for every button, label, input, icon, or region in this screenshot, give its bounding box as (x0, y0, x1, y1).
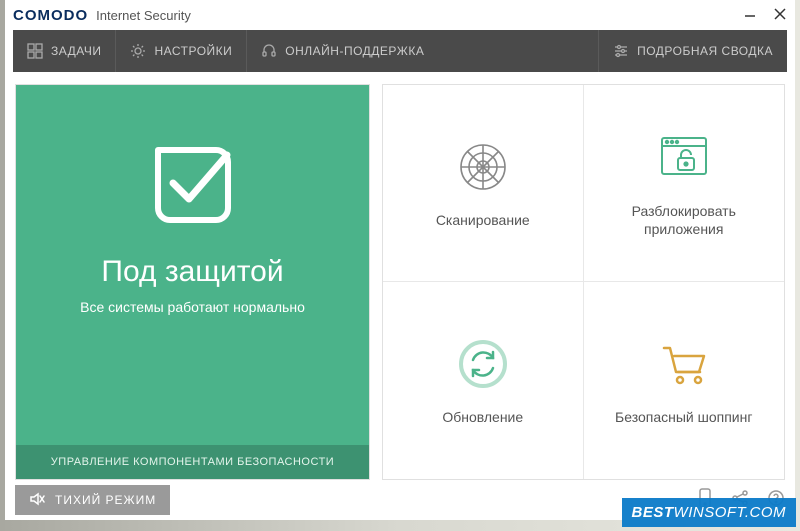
tile-scan[interactable]: Сканирование (383, 85, 584, 282)
watermark-thin: WINSOFT.COM (674, 504, 786, 521)
unlock-window-icon (656, 128, 712, 188)
manage-components-button[interactable]: УПРАВЛЕНИЕ КОМПОНЕНТАМИ БЕЗОПАСНОСТИ (16, 445, 369, 479)
minimize-button[interactable] (743, 7, 757, 24)
app-window: COMODO Internet Security ЗАДАЧИ (5, 0, 795, 520)
watermark: BESTWINSOFT.COM (622, 498, 796, 527)
titlebar: COMODO Internet Security (5, 0, 795, 30)
toolbar-summary-label: ПОДРОБНАЯ СВОДКА (637, 44, 773, 58)
tile-shopping-label: Безопасный шоппинг (605, 408, 762, 426)
silent-mode-button[interactable]: ТИХИЙ РЕЖИМ (15, 485, 170, 515)
toolbar-settings-label: НАСТРОЙКИ (154, 44, 232, 58)
refresh-icon (455, 334, 511, 394)
silent-mode-label: ТИХИЙ РЕЖИМ (55, 493, 156, 507)
tiles-grid: Сканирование Разблокировать приложения (382, 84, 785, 480)
manage-components-label: УПРАВЛЕНИЕ КОМПОНЕНТАМИ БЕЗОПАСНОСТИ (51, 456, 334, 468)
toolbar-tasks[interactable]: ЗАДАЧИ (13, 30, 115, 72)
gear-icon (130, 43, 146, 59)
toolbar-support-label: ОНЛАЙН-ПОДДЕРЖКА (285, 44, 424, 58)
toolbar-settings[interactable]: НАСТРОЙКИ (116, 30, 246, 72)
protected-check-icon (133, 125, 253, 245)
radar-icon (455, 137, 511, 197)
status-subtitle: Все системы работают нормально (80, 299, 305, 315)
tile-update-label: Обновление (432, 408, 533, 426)
main-area: Под защитой Все системы работают нормаль… (5, 72, 795, 480)
brand-logo: COMODO (13, 7, 88, 24)
toolbar: ЗАДАЧИ НАСТРОЙКИ ОНЛАЙН-ПОДДЕРЖКА (13, 30, 787, 72)
tile-unblock-label: Разблокировать приложения (584, 202, 785, 238)
watermark-bold: BEST (632, 504, 674, 521)
brand-subtitle: Internet Security (96, 8, 191, 23)
tile-update[interactable]: Обновление (383, 282, 584, 479)
toolbar-support[interactable]: ОНЛАЙН-ПОДДЕРЖКА (247, 30, 438, 72)
status-title: Под защитой (101, 255, 283, 289)
close-button[interactable] (773, 7, 787, 24)
tile-secure-shopping[interactable]: Безопасный шоппинг (584, 282, 785, 479)
tile-scan-label: Сканирование (426, 211, 540, 229)
headset-icon (261, 43, 277, 59)
toolbar-summary[interactable]: ПОДРОБНАЯ СВОДКА (599, 30, 787, 72)
toolbar-tasks-label: ЗАДАЧИ (51, 44, 101, 58)
grid-icon (27, 43, 43, 59)
sliders-icon (613, 43, 629, 59)
window-controls (743, 7, 787, 24)
cart-icon (656, 334, 712, 394)
tile-unblock-apps[interactable]: Разблокировать приложения (584, 85, 785, 282)
mute-icon (29, 491, 45, 510)
status-card: Под защитой Все системы работают нормаль… (15, 84, 370, 480)
